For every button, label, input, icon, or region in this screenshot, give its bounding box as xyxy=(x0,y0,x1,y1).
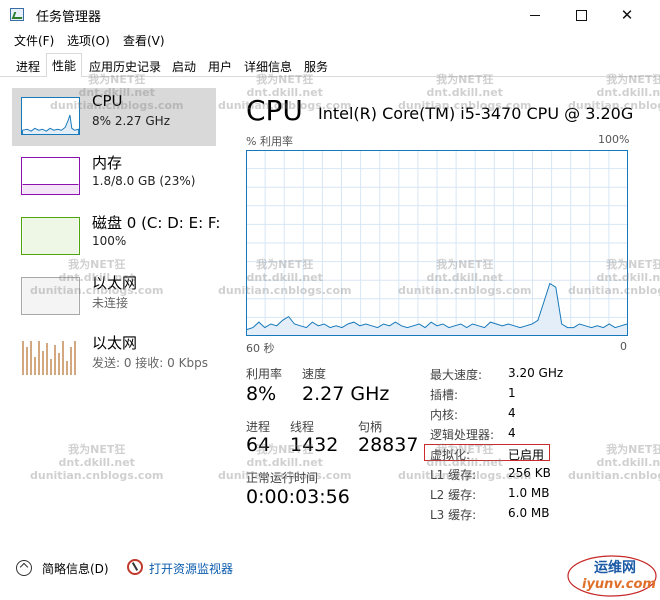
spec-l1-cache-value: 256 KB xyxy=(508,466,551,480)
tab-processes[interactable]: 进程 xyxy=(12,56,44,76)
minimize-icon xyxy=(530,14,540,16)
resource-monitor-icon[interactable] xyxy=(127,559,143,575)
tab-startup[interactable]: 启动 xyxy=(167,56,201,76)
tab-app-history[interactable]: 应用历史记录 xyxy=(85,56,165,76)
tab-performance[interactable]: 性能 xyxy=(46,53,82,77)
sidebar-item-cpu[interactable]: CPU 8% 2.27 GHz xyxy=(12,88,216,146)
utilization-value: 8% xyxy=(246,383,277,405)
chevron-up-circle-icon[interactable] xyxy=(16,560,32,576)
graph-y-max-label: 100% xyxy=(598,133,630,146)
ethernet-1-thumbnail-graph xyxy=(21,277,80,315)
sidebar-item-subtitle: 8% 2.27 GHz xyxy=(92,114,171,128)
sidebar-item-subtitle: 发送: 0 接收: 0 Kbps xyxy=(92,356,208,370)
cpu-utilization-graph xyxy=(246,150,628,336)
disk-thumbnail-graph xyxy=(21,217,80,255)
window-title: 任务管理器 xyxy=(36,10,102,25)
task-manager-window: 任务管理器 ✕ 文件(F) 选项(O) 查看(V) 进程 性能 应用历史记录 启… xyxy=(0,0,660,600)
uptime-value: 0:00:03:56 xyxy=(246,486,350,508)
cpu-heading: CPU xyxy=(246,94,303,127)
maximize-icon xyxy=(575,9,587,21)
menu-view[interactable]: 查看(V) xyxy=(123,32,165,49)
processes-value: 64 xyxy=(246,434,271,456)
sidebar-item-title: CPU xyxy=(92,92,123,110)
sidebar-item-ethernet-2[interactable]: 以太网 发送: 0 接收: 0 Kbps xyxy=(12,328,216,386)
uptime-label: 正常运行时间 xyxy=(246,471,319,485)
open-resource-monitor-link[interactable]: 打开资源监视器 xyxy=(149,560,233,577)
menu-options[interactable]: 选项(O) xyxy=(67,32,110,49)
close-icon: ✕ xyxy=(620,6,634,24)
spec-logical-processors-label: 逻辑处理器: xyxy=(430,428,495,442)
ethernet-1-thumbnail-bg xyxy=(22,278,79,314)
disk-thumbnail-fill xyxy=(22,218,79,254)
fewer-details-button[interactable]: 简略信息(D) xyxy=(42,560,109,577)
cpu-thumbnail-graph xyxy=(21,97,80,135)
ethernet-2-thumbnail-graph xyxy=(21,337,80,375)
spec-l2-cache-value: 1.0 MB xyxy=(508,486,550,500)
sidebar-item-title: 以太网 xyxy=(92,334,138,352)
menu-bar: 文件(F) 选项(O) 查看(V) xyxy=(0,30,660,51)
close-button[interactable]: ✕ xyxy=(604,0,650,30)
handles-label: 句柄 xyxy=(358,420,383,434)
graph-x-right-label: 0 xyxy=(620,340,627,353)
menu-file[interactable]: 文件(F) xyxy=(14,32,54,49)
spec-sockets-label: 插槽: xyxy=(430,388,459,402)
site-logo-name: 运维网 xyxy=(594,560,636,576)
spec-max-speed-label: 最大速度: xyxy=(430,368,483,382)
tab-services[interactable]: 服务 xyxy=(299,56,333,76)
threads-label: 线程 xyxy=(290,420,315,434)
spec-l3-cache-value: 6.0 MB xyxy=(508,506,550,520)
spec-max-speed-value: 3.20 GHz xyxy=(508,366,564,380)
cpu-thumbnail-line xyxy=(22,114,79,134)
virtualization-highlight-box xyxy=(424,444,550,461)
cpu-model-name: Intel(R) Core(TM) i5-3470 CPU @ 3.20GHz xyxy=(318,104,634,123)
tab-bar: 进程 性能 应用历史记录 启动 用户 详细信息 服务 xyxy=(0,53,660,77)
performance-sidebar: CPU 8% 2.27 GHz 内存 1.8/8.0 GB (23%) 磁盘 0… xyxy=(0,77,236,547)
spec-cores-label: 内核: xyxy=(430,408,459,422)
speed-value: 2.27 GHz xyxy=(302,383,390,405)
sidebar-item-subtitle: 1.8/8.0 GB (23%) xyxy=(92,174,196,188)
task-manager-icon xyxy=(10,8,24,21)
spec-cores-value: 4 xyxy=(508,406,516,420)
sidebar-item-subtitle: 未连接 xyxy=(92,296,129,310)
utilization-label: 利用率 xyxy=(246,367,283,381)
sidebar-item-subtitle: 100% xyxy=(92,234,127,248)
ethernet-2-thumbnail-bars xyxy=(22,341,76,375)
spec-sockets-value: 1 xyxy=(508,386,516,400)
sidebar-item-title: 磁盘 0 (C: D: E: F: xyxy=(92,214,221,232)
sidebar-item-ethernet-1[interactable]: 以太网 未连接 xyxy=(12,268,216,326)
minimize-button[interactable] xyxy=(512,0,558,30)
sidebar-item-title: 以太网 xyxy=(92,274,138,292)
title-bar[interactable]: 任务管理器 ✕ xyxy=(0,0,660,30)
site-logo-url: iyunv.com xyxy=(582,577,656,592)
spec-logical-processors-value: 4 xyxy=(508,426,516,440)
graph-y-label: % 利用率 xyxy=(246,135,293,148)
memory-thumbnail-graph xyxy=(21,157,80,195)
speed-label: 速度 xyxy=(302,367,327,381)
handles-value: 28837 xyxy=(358,434,419,456)
tab-details[interactable]: 详细信息 xyxy=(239,56,297,76)
spec-l2-cache-label: L2 缓存: xyxy=(430,488,477,502)
tab-users[interactable]: 用户 xyxy=(203,56,237,76)
processes-label: 进程 xyxy=(246,420,271,434)
graph-x-left-label: 60 秒 xyxy=(246,342,275,355)
spec-l1-cache-label: L1 缓存: xyxy=(430,468,477,482)
sidebar-item-title: 内存 xyxy=(92,154,123,172)
watermark: 我为NET狂dnt.dkill.netdunitian.cnblogs.com xyxy=(568,443,660,482)
spec-l3-cache-label: L3 缓存: xyxy=(430,508,477,522)
sidebar-item-memory[interactable]: 内存 1.8/8.0 GB (23%) xyxy=(12,148,216,206)
memory-thumbnail-fill xyxy=(22,184,79,194)
maximize-button[interactable] xyxy=(558,0,604,30)
threads-value: 1432 xyxy=(290,434,339,456)
sidebar-item-disk[interactable]: 磁盘 0 (C: D: E: F: 100% xyxy=(12,208,220,266)
